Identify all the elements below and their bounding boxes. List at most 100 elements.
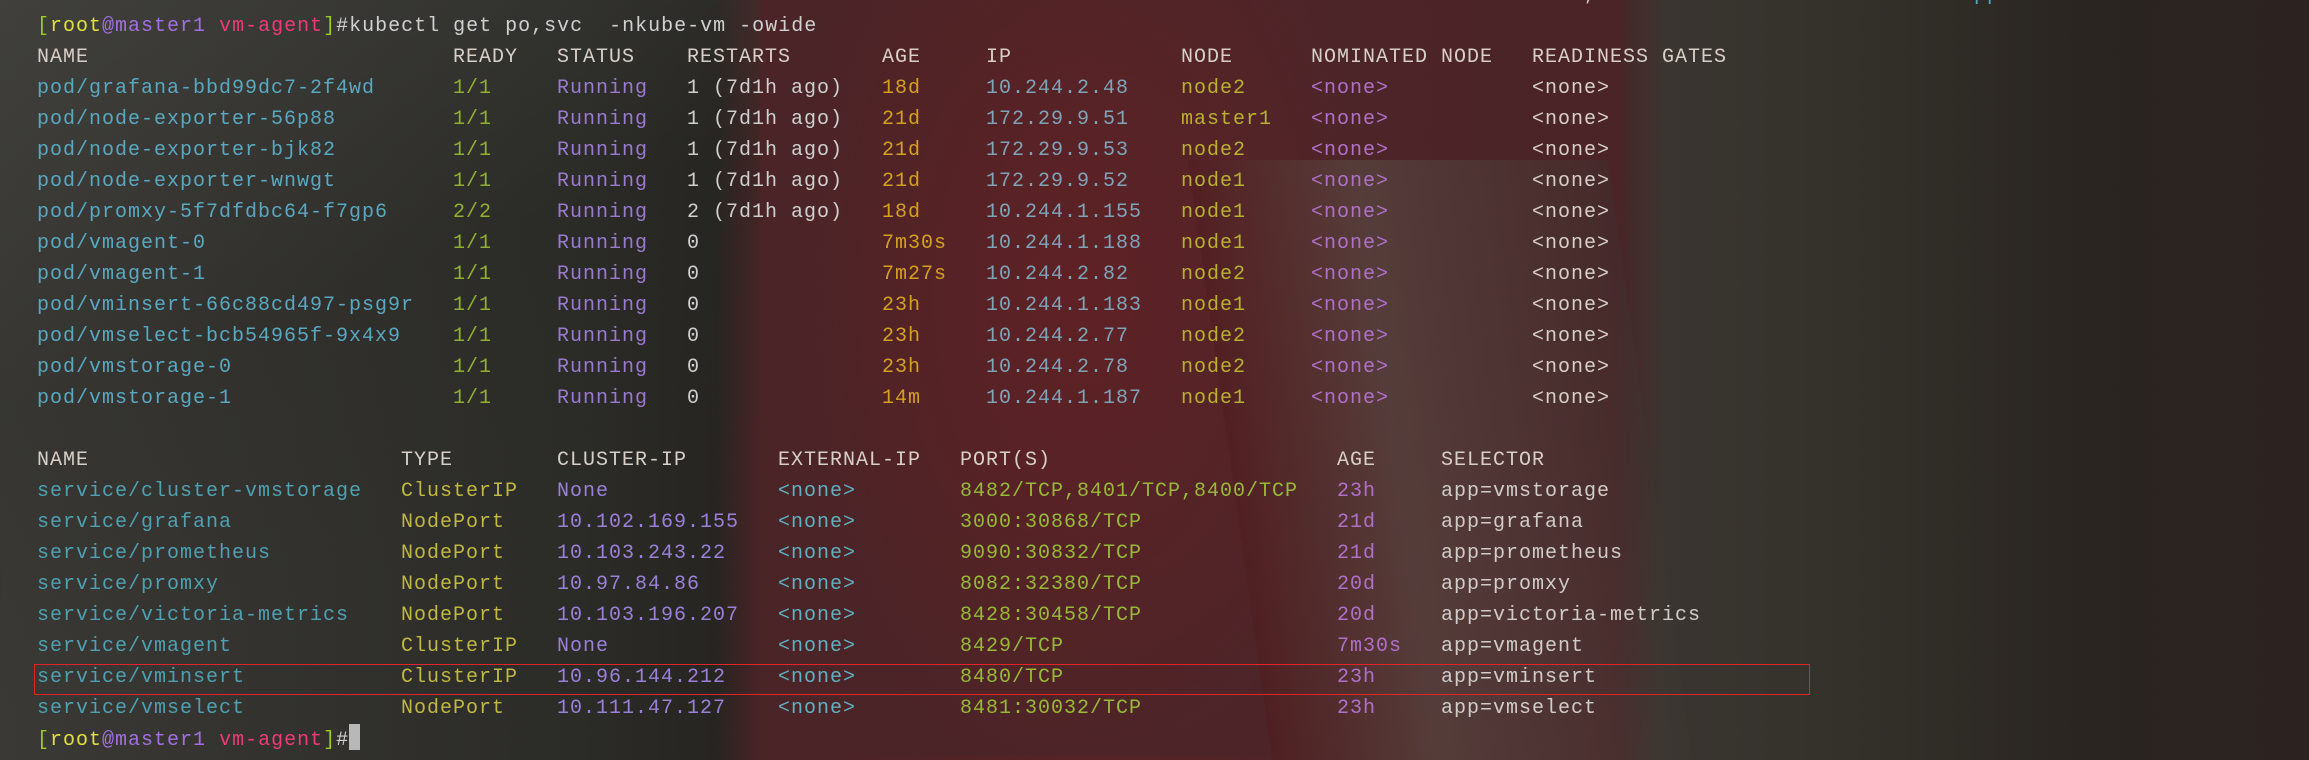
prompt-at: @ [102,729,116,752]
cell-2: Running [557,201,649,224]
cell-5: 172.29.9.53 [986,139,1130,162]
cell-6: NODE [1181,46,1234,69]
cell-1: 1/1 [453,77,493,100]
cell-7: <none> [1311,387,1390,410]
cell-0: pod/promxy-5f7dfdbc64-f7gp6 [37,201,389,224]
pod-row: pod/vminsert-66c88cd497-psg9r 1/1 Running 0… [37,290,1609,321]
cell-0: pod/vmstorage-1 [37,387,233,410]
cell-1: NodePort [401,511,506,534]
cell-0: NAME [37,46,90,69]
prompt-open: [ [37,15,51,38]
cell-8: <none> [1532,201,1611,224]
cell-3: 0 [687,232,701,255]
cell-1: READY [453,46,519,69]
cell-5: 10.244.2.82 [986,263,1130,286]
cell-0: pod/vmagent-0 [37,232,207,255]
cell-6: app=vmstorage [1441,480,1611,503]
cell-1: NodePort [401,697,506,720]
cell-6: app=prometheus [1441,542,1624,565]
service-row: service/vmselect NodePort 10.111.47.127 <no… [37,693,1596,724]
cell-5: 172.29.9.52 [986,170,1130,193]
cell-7: NOMINATED NODE [1311,46,1494,69]
cell-8: <none> [1532,232,1611,255]
partial-line: monitor service/redis ClusterIP 10.103.99.1… [37,0,2077,11]
cell-1: NodePort [401,542,506,565]
cell-1: 1/1 [453,170,493,193]
cell-5: 21d [1337,511,1377,534]
prompt-at: @ [102,15,116,38]
cell-4: 21d [882,139,922,162]
cell-3: 1 (7d1h ago) [687,108,844,131]
cell-3: 0 [687,387,701,410]
cursor [349,724,361,750]
cell-0: NAME [37,449,90,472]
cell-1: 1/1 [453,387,493,410]
command-text: kubectl get po,svc -nkube-vm -owide [349,15,818,38]
cell-5: 20d [1337,573,1377,596]
cell-6: app=vmselect [1441,697,1598,720]
cell-4: 9090:30832/TCP [960,542,1143,565]
cell-2: Running [557,325,649,348]
pods-header: NAME READY STATUS RESTARTS AGE IP NODE NOMINATE… [37,42,1726,73]
cell-0: service/grafana [37,511,233,534]
prompt-line: [root@master1 vm-agent]# [37,724,817,755]
cell-1: 1/1 [453,356,493,379]
cell-0: monitor [37,0,128,11]
cell-2: Running [557,77,649,100]
cell-7: <none> [1311,232,1390,255]
cell-6: node2 [1181,263,1247,286]
cell-3: 0 [687,294,701,317]
cell-8: <none> [1532,325,1611,348]
cell-2: CLUSTER-IP [557,449,688,472]
cell-3: <none> [778,635,857,658]
cell-2: STATUS [557,46,636,69]
cell-7: <none> [1311,170,1390,193]
cell-0: service/victoria-metrics [37,604,350,627]
cell-8: <none> [1532,294,1611,317]
cell-8: <none> [1532,108,1611,131]
prompt-hash: # [336,15,350,38]
cell-7: <none> [1311,356,1390,379]
terminal-output[interactable]: monitor service/redis ClusterIP 10.103.99.1… [37,0,2077,755]
cell-3: <none> [778,604,857,627]
cell-2: 10.111.47.127 [557,697,727,720]
cell-2: Running [557,108,649,131]
cell-1: NodePort [401,573,506,596]
cell-2: Running [557,170,649,193]
cell-7: <none> [1311,77,1390,100]
cell-5: 10.244.1.155 [986,201,1143,224]
cell-6: app=victoria-metrics [1441,604,1702,627]
cell-3: <none> [778,542,857,565]
cell-4: PORT(S) [960,449,1052,472]
cell-2: Running [557,356,649,379]
cell-3: 0 [687,356,701,379]
pod-row: pod/vmstorage-0 1/1 Running 0 23h 10.244.2.78… [37,352,1609,383]
cell-5: AGE [1337,449,1377,472]
prompt-hash: # [336,729,350,752]
cell-6: node2 [1181,139,1247,162]
cell-3: 10.103.99.18 [1077,0,1233,11]
cell-1: 1/1 [453,294,493,317]
cell-7: <none> [1311,201,1390,224]
cell-5: 10.244.1.183 [986,294,1143,317]
service-row: service/promxy NodePort 10.97.84.86 <none> 8… [37,569,1570,600]
cell-5: 10.244.2.77 [986,325,1130,348]
cell-0: pod/vmstorage-0 [37,356,233,379]
cell-7: app=redis [1961,0,2078,11]
cell-3: <none> [778,697,857,720]
cell-1: TYPE [401,449,454,472]
cell-3: 1 (7d1h ago) [687,139,844,162]
cell-3: 0 [687,325,701,348]
cell-1: service/redis [336,0,505,11]
cell-3: <none> [778,511,857,534]
pod-row: pod/node-exporter-56p88 1/1 Running 1 (7d1h… [37,104,1609,135]
cell-4: 7m30s [882,232,948,255]
service-row: service/cluster-vmstorage ClusterIP None <n… [37,476,1609,507]
cell-4: AGE [882,46,922,69]
cell-2: 10.103.196.207 [557,604,740,627]
cell-0: pod/grafana-bbd99dc7-2f4wd [37,77,376,100]
cell-4: 8429/TCP [960,635,1065,658]
cell-2: None [557,635,610,658]
cell-5: 23h [1337,480,1377,503]
pod-row: pod/node-exporter-bjk82 1/1 Running 1 (7d1h… [37,135,1609,166]
